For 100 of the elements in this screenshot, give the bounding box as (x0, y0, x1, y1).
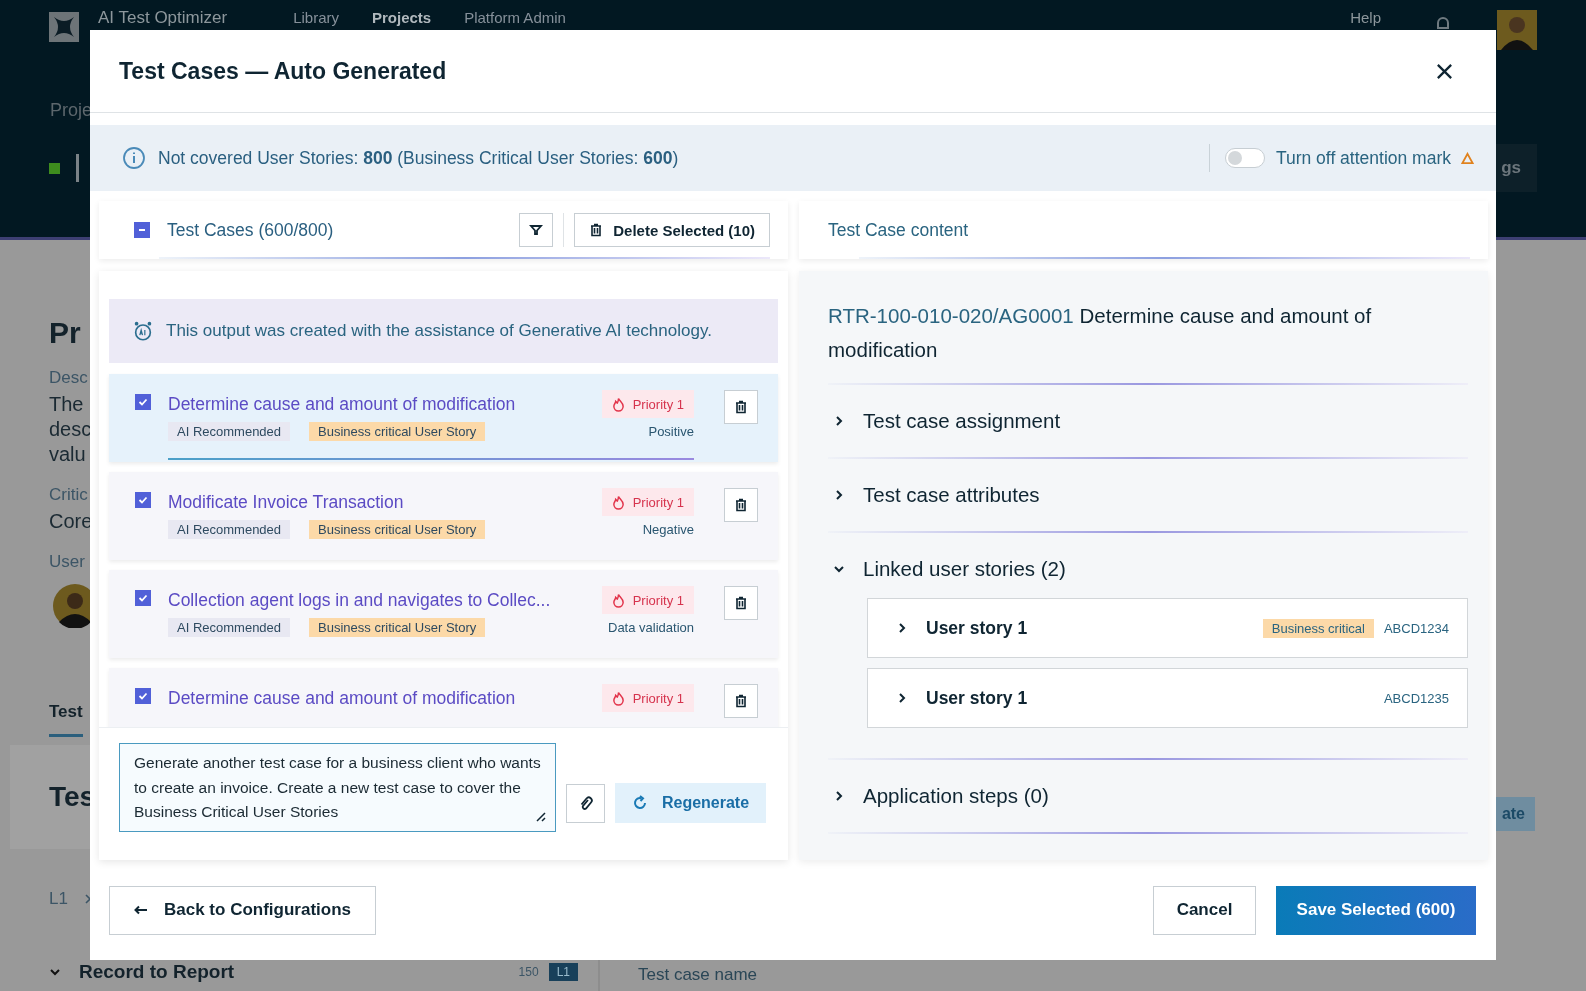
test-case-title: Determine cause and amount of modification (168, 393, 516, 415)
info-icon (122, 146, 146, 170)
test-case-card[interactable]: Determine cause and amount of modification Priority 1 (109, 668, 778, 727)
priority-tag: Priority 1 (601, 586, 694, 614)
delete-button[interactable] (724, 488, 758, 522)
checkbox[interactable] (135, 590, 151, 606)
attach-button[interactable] (566, 784, 605, 823)
check-icon (137, 592, 149, 604)
chevron-icon (896, 622, 908, 634)
nav-link[interactable]: Platform Admin (464, 8, 566, 27)
close-icon[interactable] (1435, 61, 1454, 81)
arrow-left-icon (134, 905, 148, 915)
project-title: Pr (49, 316, 81, 349)
user-story-row[interactable]: User story 1 Business critical ABCD1234 (867, 598, 1468, 658)
test-type: Negative (642, 522, 694, 537)
chevron-icon (833, 415, 845, 427)
panel-title: Test Case content (828, 219, 969, 241)
chevron-icon[interactable] (49, 966, 61, 978)
chevron-icon (833, 790, 845, 802)
regenerate-button[interactable]: Regenerate (615, 783, 766, 823)
test-case-card[interactable]: Modificate Invoice Transaction Priority 1 AI Recommended Business critical User Story Negative (109, 472, 778, 560)
checkbox[interactable] (135, 394, 151, 410)
column-label: Test case name (638, 965, 758, 984)
check-icon (137, 690, 149, 702)
tag: Business critical User Story (309, 520, 486, 539)
avatar-icon[interactable] (1497, 10, 1537, 50)
flame-icon (611, 494, 625, 510)
field-value: The (49, 392, 84, 417)
user-story-title: User story 1 (926, 617, 1028, 639)
delete-button[interactable] (724, 390, 758, 424)
list-title: Test Cases (600/800) (167, 219, 334, 241)
save-button[interactable]: Save Selected (600) (1276, 885, 1476, 935)
app-name: AI Test Optimizer (98, 8, 228, 27)
nav-link[interactable]: Library (293, 8, 339, 27)
trash-icon (734, 400, 748, 414)
refresh-icon (631, 795, 648, 811)
tag: Business critical (1262, 618, 1374, 638)
section-header[interactable]: Application steps (0) (828, 760, 1468, 832)
select-all-checkbox[interactable] (134, 222, 150, 238)
coverage-notice: Not covered User Stories: 800 (Business Critical User Stories: 600) (158, 147, 679, 169)
prompt-field[interactable]: Generate another test case for a business client who wants to create an invoice. Create a new test case to cover the Business Critical User Stories (119, 743, 556, 832)
delete-button[interactable] (724, 586, 758, 620)
check-icon (137, 396, 149, 408)
field-label: Critic (49, 485, 88, 504)
dialog-title: Test Cases — Auto Generated (119, 57, 448, 85)
priority-tag: Priority 1 (601, 684, 694, 712)
tag: AI Recommended (168, 618, 291, 637)
ai-disclaimer: This output was created with the assistance of Generative AI technology. (166, 321, 712, 341)
toggle-label: Turn off attention mark (1275, 147, 1451, 169)
resize-handle-icon[interactable] (534, 810, 546, 822)
checkbox[interactable] (135, 492, 151, 508)
status-icon (49, 162, 60, 174)
warning-icon (1461, 151, 1474, 165)
story-code: ABCD1234 (1383, 620, 1449, 636)
divider-icon (76, 154, 79, 182)
field-value: Core (49, 509, 93, 534)
count: 150 (518, 965, 539, 979)
ai-badge-icon (132, 320, 154, 342)
priority-tag: Priority 1 (601, 390, 694, 418)
field-value: desc (49, 417, 92, 442)
toggle-switch[interactable] (1224, 148, 1265, 168)
trash-icon (734, 498, 748, 512)
tree-item[interactable]: Record to Report (79, 961, 235, 983)
checkbox[interactable] (135, 688, 151, 704)
priority-tag: Priority 1 (601, 488, 694, 516)
flame-icon (611, 396, 625, 412)
chevron-icon (833, 563, 845, 575)
tag: Business critical User Story (309, 422, 486, 441)
test-case-card[interactable]: Collection agent logs in and navigates to Collec... Priority 1 AI Recommended Business critical User Story Data validation (109, 570, 778, 658)
delete-button[interactable] (724, 684, 758, 718)
flame-icon (611, 690, 625, 706)
flame-icon (611, 592, 625, 608)
tag: AI Recommended (168, 422, 291, 441)
section-header[interactable]: Test case assignment (828, 385, 1468, 457)
section-header[interactable]: Test case attributes (828, 459, 1468, 531)
user-story-row[interactable]: User story 1 ABCD1235 (867, 668, 1468, 728)
test-type: Data validation (608, 620, 694, 635)
back-button[interactable]: Back to Configurations (109, 885, 376, 935)
chevron-icon (896, 692, 908, 704)
tag: Business critical User Story (309, 618, 486, 637)
chevron-icon (833, 489, 845, 501)
chevron-icon (83, 893, 92, 905)
test-case-title: Modificate Invoice Transaction (168, 491, 404, 513)
tag: AI Recommended (168, 520, 291, 539)
help-menu[interactable]: Help (1350, 8, 1381, 27)
user-story-title: User story 1 (926, 687, 1028, 709)
trash-icon (734, 596, 748, 610)
field-label: User (49, 552, 85, 571)
tab[interactable]: Test (49, 702, 83, 737)
cancel-button[interactable]: Cancel (1153, 885, 1256, 935)
test-type: Positive (648, 424, 694, 439)
field-value: valu (49, 442, 86, 467)
field-label: Desc (49, 368, 88, 387)
trash-icon (734, 694, 748, 708)
test-case-heading: RTR-100-010-020/AG0001 Determine cause and amount of modification (828, 303, 1373, 363)
nav-link[interactable]: Projects (372, 8, 432, 27)
filter-button[interactable] (519, 213, 554, 247)
test-case-card[interactable]: Determine cause and amount of modification Priority 1 AI Recommended Business critical User Story Positive (109, 374, 778, 462)
delete-selected-button[interactable]: Delete Selected (10) (574, 213, 770, 247)
logo-icon (49, 12, 79, 42)
